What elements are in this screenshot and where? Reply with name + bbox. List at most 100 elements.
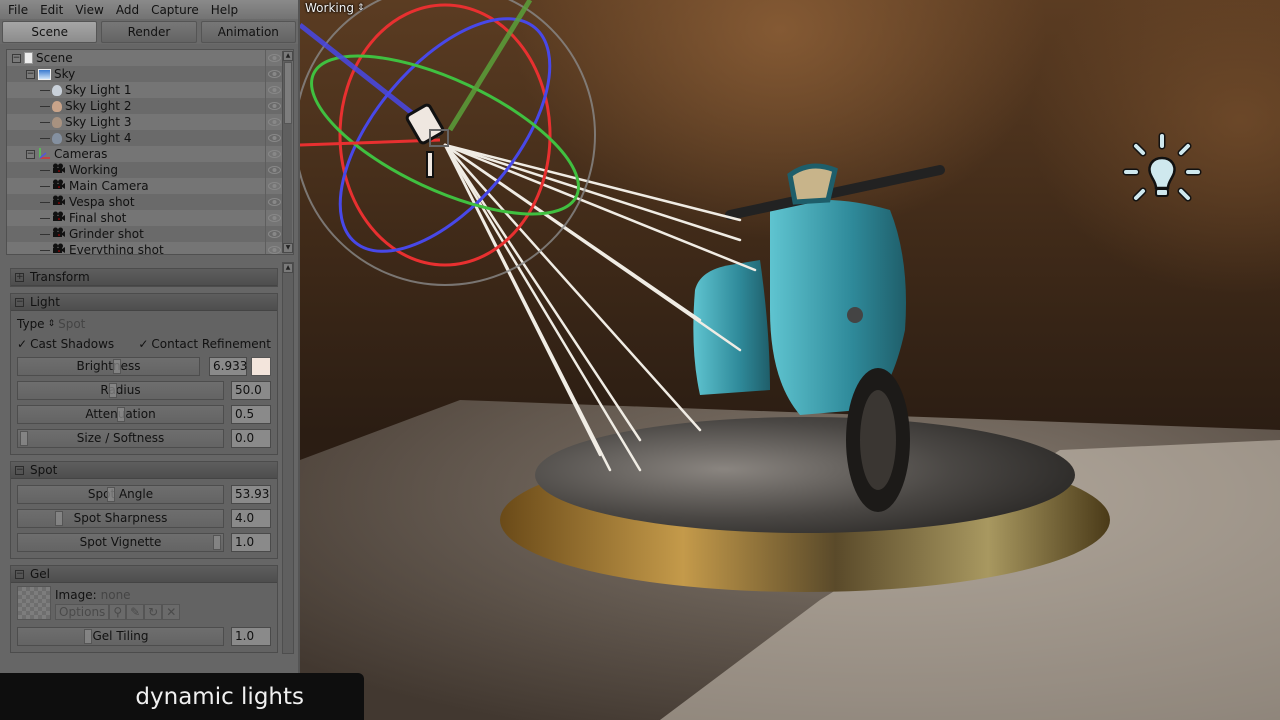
light-header[interactable]: − Light: [11, 294, 277, 311]
slider-label: Brightness: [76, 359, 141, 373]
tree-item[interactable]: Sky Light 2: [7, 98, 283, 114]
slider-handle[interactable]: [116, 406, 125, 422]
menu-capture[interactable]: Capture: [145, 3, 205, 17]
collapse-icon[interactable]: −: [15, 569, 24, 579]
tree-item[interactable]: − Scene: [7, 50, 283, 66]
slider-handle[interactable]: [20, 430, 28, 446]
value-field[interactable]: 0.0: [231, 428, 271, 448]
property-row: Spot Sharpness 4.0: [17, 506, 271, 530]
visibility-eye-icon[interactable]: [265, 50, 283, 66]
tab-scene[interactable]: Scene: [2, 21, 98, 43]
spot-header[interactable]: − Spot: [11, 462, 277, 479]
spot-title: Spot: [30, 463, 58, 477]
contact-refinement-checkbox[interactable]: ✓ Contact Refinement: [138, 337, 271, 351]
cast-shadows-checkbox[interactable]: ✓ Cast Shadows: [17, 337, 114, 351]
tree-item[interactable]: Everything shot: [7, 242, 283, 254]
value-field[interactable]: 53.93: [231, 484, 271, 504]
tree-item[interactable]: Vespa shot: [7, 194, 283, 210]
collapse-icon[interactable]: −: [15, 297, 24, 307]
radius-slider[interactable]: Radius: [17, 380, 224, 400]
tree-scrollbar[interactable]: ▲ ▼: [282, 51, 293, 253]
collapse-icon[interactable]: −: [12, 53, 21, 63]
tree-item[interactable]: Sky Light 3: [7, 114, 283, 130]
visibility-eye-icon[interactable]: [265, 82, 283, 98]
spot-angle-slider[interactable]: Spot Angle: [17, 484, 224, 504]
refresh-icon[interactable]: ↻: [144, 604, 163, 620]
property-row: Attenuation 0.5: [17, 402, 271, 426]
gel-options-button[interactable]: Options: [55, 604, 110, 620]
visibility-eye-icon[interactable]: [265, 98, 283, 114]
slider-handle[interactable]: [106, 486, 115, 502]
attenuation-slider[interactable]: Attenuation: [17, 404, 224, 424]
cast-shadows-label: Cast Shadows: [30, 337, 115, 351]
menu-file[interactable]: File: [2, 3, 34, 17]
slider-handle[interactable]: [83, 628, 92, 644]
spot-vignette-slider[interactable]: Spot Vignette: [17, 532, 224, 552]
value-field[interactable]: 6.933: [209, 356, 247, 376]
close-icon[interactable]: ✕: [162, 604, 181, 620]
value-field[interactable]: 4.0: [231, 508, 271, 528]
tree-item[interactable]: − Cameras: [7, 146, 283, 162]
menu-edit[interactable]: Edit: [34, 3, 69, 17]
collapse-icon[interactable]: −: [26, 149, 35, 159]
visibility-eye-icon[interactable]: [265, 146, 283, 162]
slider-handle[interactable]: [108, 382, 117, 398]
visibility-eye-icon[interactable]: [265, 178, 283, 194]
tree-item-label: Sky Light 3: [65, 115, 132, 129]
menu-add[interactable]: Add: [110, 3, 145, 17]
visibility-eye-icon[interactable]: [265, 226, 283, 242]
rotation-gizmo[interactable]: [300, 0, 600, 287]
value-field[interactable]: 50.0: [231, 380, 271, 400]
value-field[interactable]: 0.5: [231, 404, 271, 424]
visibility-eye-icon[interactable]: [265, 114, 283, 130]
tree-item[interactable]: Grinder shot: [7, 226, 283, 242]
transform-header[interactable]: + Transform: [11, 269, 277, 286]
visibility-eye-icon[interactable]: [265, 210, 283, 226]
spot-sharpness-slider[interactable]: Spot Sharpness: [17, 508, 224, 528]
gel-tiling-slider[interactable]: Gel Tiling: [17, 626, 224, 646]
scroll-down-button[interactable]: ▼: [283, 243, 293, 253]
slider-handle[interactable]: [112, 358, 121, 374]
gel-header[interactable]: − Gel: [11, 566, 277, 583]
slider-handle[interactable]: [54, 510, 63, 526]
visibility-eye-icon[interactable]: [265, 66, 283, 82]
camera-selector[interactable]: Working ⇕: [305, 1, 365, 15]
tree-item[interactable]: Sky Light 1: [7, 82, 283, 98]
gel-image-thumbnail[interactable]: [17, 586, 51, 620]
light-bulb-icon[interactable]: [1122, 132, 1202, 212]
light-section: − Light Type ⇕ Spot ✓ Cast Shadows ✓ Conta…: [10, 293, 278, 455]
collapse-icon[interactable]: −: [26, 69, 35, 79]
tree-item[interactable]: Sky Light 4: [7, 130, 283, 146]
visibility-eye-icon[interactable]: [265, 130, 283, 146]
menu-help[interactable]: Help: [205, 3, 244, 17]
tree-item[interactable]: Working: [7, 162, 283, 178]
panel-tabs: Scene Render Animation: [0, 19, 298, 44]
scroll-thumb[interactable]: [284, 62, 292, 124]
value-field[interactable]: 1.0: [231, 626, 271, 646]
tab-animation[interactable]: Animation: [200, 21, 296, 43]
tab-render[interactable]: Render: [101, 21, 197, 43]
menu-view[interactable]: View: [69, 3, 109, 17]
slider-handle[interactable]: [213, 534, 221, 550]
type-select[interactable]: Spot: [58, 317, 85, 331]
3d-viewport[interactable]: Working ⇕: [300, 0, 1280, 720]
size-softness-slider[interactable]: Size / Softness: [17, 428, 224, 448]
updown-icon[interactable]: ⇕: [48, 319, 56, 329]
visibility-eye-icon[interactable]: [265, 162, 283, 178]
expand-icon[interactable]: +: [15, 272, 24, 282]
search-icon[interactable]: ⚲: [109, 604, 127, 620]
scroll-up-button[interactable]: ▲: [283, 51, 293, 61]
light-color-swatch[interactable]: [251, 356, 271, 376]
props-scroll-up-button[interactable]: ▲: [283, 263, 293, 273]
brightness-slider[interactable]: Brightness: [17, 356, 200, 376]
visibility-eye-icon[interactable]: [265, 242, 283, 254]
pencil-icon[interactable]: ✎: [126, 604, 145, 620]
value-field[interactable]: 1.0: [231, 532, 271, 552]
tree-item[interactable]: Main Camera: [7, 178, 283, 194]
spot-section: − Spot Spot Angle 53.93 Spot Sharpness 4.0 S…: [10, 461, 278, 559]
visibility-eye-icon[interactable]: [265, 194, 283, 210]
collapse-icon[interactable]: −: [15, 465, 24, 475]
properties-scrollbar[interactable]: ▲: [282, 262, 294, 654]
tree-item[interactable]: − Sky: [7, 66, 283, 82]
tree-item[interactable]: Final shot: [7, 210, 283, 226]
